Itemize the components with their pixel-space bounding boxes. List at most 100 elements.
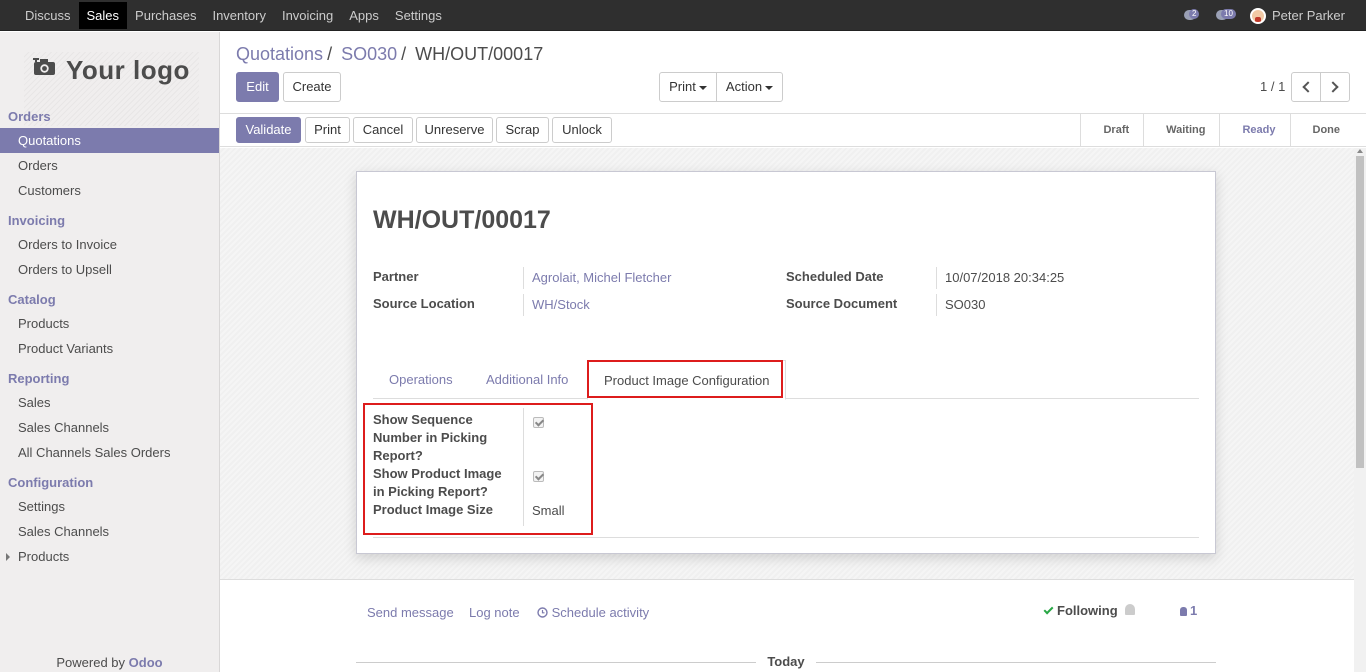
sidebar-item-all-channels-sales-orders[interactable]: All Channels Sales Orders <box>0 440 219 465</box>
print-dropdown[interactable]: Print <box>659 72 717 102</box>
check-icon <box>1043 604 1054 615</box>
tab-operations[interactable]: Operations <box>373 360 469 399</box>
sidebar-section-orders[interactable]: Orders <box>8 109 51 124</box>
breadcrumb-so030[interactable]: SO030 <box>341 44 397 64</box>
sidebar-item-sales[interactable]: Sales <box>0 390 219 415</box>
source-location-field[interactable]: WH/Stock <box>523 294 590 316</box>
menu-inventory[interactable]: Inventory <box>204 0 273 31</box>
scrollbar-thumb[interactable] <box>1356 156 1364 468</box>
print-button[interactable]: Print <box>305 117 350 143</box>
user-icon <box>1180 607 1187 616</box>
unreserve-button[interactable]: Unreserve <box>416 117 493 143</box>
tab-additional-info[interactable]: Additional Info <box>470 360 584 399</box>
following-label: Following <box>1057 603 1118 618</box>
logo-text: Your logo <box>66 55 190 85</box>
create-button[interactable]: Create <box>283 72 341 102</box>
pager-next-button[interactable] <box>1320 72 1350 102</box>
stage-waiting: Waiting <box>1143 114 1219 147</box>
caret-right-icon <box>6 553 10 561</box>
log-note-button[interactable]: Log note <box>469 605 520 620</box>
caret-down-icon <box>698 85 707 90</box>
chevron-left-icon <box>1302 81 1314 93</box>
scrollbar[interactable] <box>1354 148 1366 672</box>
stage-ready: Ready <box>1219 114 1289 147</box>
menu-purchases[interactable]: Purchases <box>127 0 204 31</box>
stage-draft: Draft <box>1080 114 1143 147</box>
highlight-config-box <box>363 403 593 535</box>
schedule-activity-button[interactable]: Schedule activity <box>537 605 649 620</box>
date-separator-today: Today <box>756 654 816 669</box>
menu-sales[interactable]: Sales <box>78 2 128 29</box>
sidebar-item-product-variants[interactable]: Product Variants <box>0 336 219 361</box>
sidebar-section-configuration[interactable]: Configuration <box>8 475 93 490</box>
sidebar-item-customers[interactable]: Customers <box>0 178 219 203</box>
scrap-button[interactable]: Scrap <box>496 117 549 143</box>
source-document-label: Source Document <box>786 296 898 311</box>
clock-icon <box>537 607 548 618</box>
partner-label: Partner <box>373 269 419 284</box>
schedule-activity-label: Schedule activity <box>551 605 650 620</box>
highlight-tab-box <box>587 360 783 398</box>
user-menu[interactable]: Peter Parker <box>1272 8 1345 23</box>
sidebar-item-label: Products <box>18 549 70 564</box>
bell-icon[interactable] <box>1125 604 1135 615</box>
send-message-button[interactable]: Send message <box>367 605 454 620</box>
stage-indicator: Draft Waiting Ready Done <box>1080 114 1354 147</box>
messages-button[interactable]: 2 <box>1184 8 1204 23</box>
top-navbar: Discuss Sales Purchases Inventory Invoic… <box>0 0 1366 31</box>
sidebar-item-settings[interactable]: Settings <box>0 494 219 519</box>
powered-by-text: Powered by <box>56 655 126 670</box>
caret-down-icon <box>765 85 774 90</box>
scroll-up-icon[interactable] <box>1357 149 1363 153</box>
cancel-button[interactable]: Cancel <box>353 117 413 143</box>
sidebar-item-orders-to-upsell[interactable]: Orders to Upsell <box>0 257 219 282</box>
sidebar-section-catalog[interactable]: Catalog <box>8 292 56 307</box>
unlock-button[interactable]: Unlock <box>552 117 612 143</box>
activities-button[interactable]: 10 <box>1216 8 1238 23</box>
main-content: Quotations / SO030/ WH/OUT/00017 Edit Cre… <box>220 32 1366 672</box>
stage-done: Done <box>1289 114 1355 147</box>
menu-invoicing[interactable]: Invoicing <box>274 0 341 31</box>
divider <box>373 537 1199 538</box>
menu-discuss[interactable]: Discuss <box>17 0 79 31</box>
sidebar-item-products[interactable]: Products <box>0 311 219 336</box>
edit-button[interactable]: Edit <box>236 72 279 102</box>
avatar[interactable] <box>1250 7 1267 24</box>
form-sheet: WH/OUT/00017 Partner Agrolait, Michel Fl… <box>356 171 1216 554</box>
source-document-field[interactable]: SO030 <box>936 294 985 316</box>
source-location-label: Source Location <box>373 296 475 311</box>
sidebar: Your logo Orders Quotations Orders Custo… <box>0 32 220 672</box>
messages-count-badge: 2 <box>1189 8 1200 19</box>
notebook-tabs: Operations Additional Info Product Image… <box>373 360 1199 400</box>
chevron-right-icon <box>1327 81 1339 93</box>
followers-button[interactable]: 1 <box>1180 603 1197 618</box>
following-button[interactable]: Following <box>1043 603 1118 618</box>
partner-field[interactable]: Agrolait, Michel Fletcher <box>523 267 671 289</box>
activity-count-badge: 10 <box>1221 8 1236 19</box>
print-label: Print <box>669 79 696 94</box>
app-menu: Discuss Sales Purchases Inventory Invoic… <box>0 0 450 31</box>
menu-settings[interactable]: Settings <box>387 0 450 31</box>
menu-apps[interactable]: Apps <box>341 0 387 31</box>
action-label: Action <box>725 79 763 94</box>
sidebar-item-orders[interactable]: Orders <box>0 153 219 178</box>
validate-button[interactable]: Validate <box>236 117 301 143</box>
sidebar-item-orders-to-invoice[interactable]: Orders to Invoice <box>0 232 219 257</box>
camera-plus-icon <box>33 58 55 75</box>
scheduled-date-field[interactable]: 10/07/2018 20:34:25 <box>936 267 1064 289</box>
pager-value[interactable]: 1 / 1 <box>1260 79 1285 94</box>
sidebar-item-config-products[interactable]: Products <box>0 544 219 569</box>
sidebar-item-sales-channels[interactable]: Sales Channels <box>0 415 219 440</box>
odoo-link[interactable]: Odoo <box>129 655 163 670</box>
statusbar: Validate Print Cancel Unreserve Scrap Un… <box>220 113 1366 147</box>
pager-previous-button[interactable] <box>1291 72 1321 102</box>
followers-count: 1 <box>1190 603 1198 618</box>
powered-by: Powered by Odoo <box>0 655 219 670</box>
sidebar-section-reporting[interactable]: Reporting <box>8 371 69 386</box>
sidebar-item-quotations[interactable]: Quotations <box>0 128 219 153</box>
breadcrumb-quotations[interactable]: Quotations <box>236 44 323 64</box>
sidebar-section-invoicing[interactable]: Invoicing <box>8 213 65 228</box>
action-dropdown[interactable]: Action <box>716 72 783 102</box>
sidebar-item-config-sales-channels[interactable]: Sales Channels <box>0 519 219 544</box>
breadcrumb-current: WH/OUT/00017 <box>415 44 544 64</box>
